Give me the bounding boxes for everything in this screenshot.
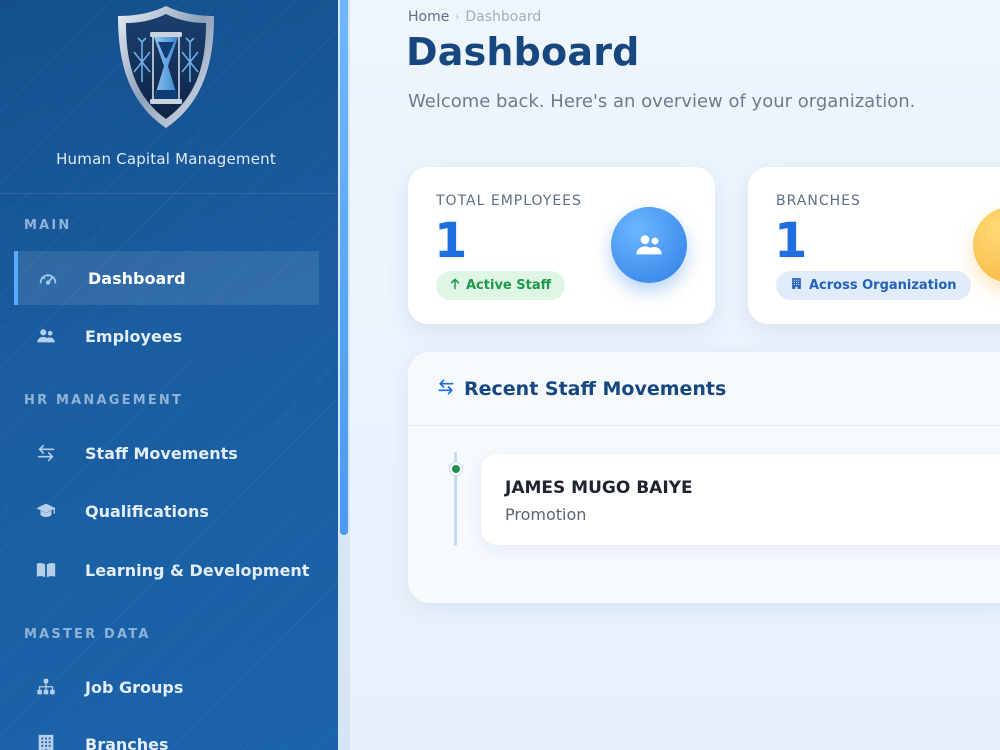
sitemap-icon [34,675,58,699]
badge-label: Across Organization [809,278,957,293]
stat-label: BRANCHES [776,193,861,209]
page-title: Dashboard [406,30,640,74]
sidebar-item-label: Employees [85,326,183,346]
sidebar: Human Capital Management MAIN Dashboard … [0,0,338,750]
sidebar-item-job-groups[interactable]: Job Groups [14,660,319,714]
users-icon [611,207,687,283]
swap-arrows-icon [34,441,58,465]
sidebar-item-employees[interactable]: Employees [14,309,319,363]
timeline-dot [450,463,462,475]
book-icon [34,558,58,582]
main-content: Home › Dashboard Dashboard Welcome back.… [350,0,1000,750]
breadcrumb: Home › Dashboard [408,9,541,25]
graduation-cap-icon [34,499,58,523]
sidebar-scrollbar-thumb[interactable] [340,0,348,535]
recent-staff-movements-panel: Recent Staff Movements JAMES MUGO BAIYE … [408,352,1000,603]
users-icon [34,324,58,348]
sidebar-item-qualifications[interactable]: Qualifications [14,484,319,538]
employee-name: JAMES MUGO BAIYE [505,478,693,498]
sidebar-item-staff-movements[interactable]: Staff Movements [14,426,319,480]
sidebar-item-label: Qualifications [85,501,209,521]
gauge-icon [36,266,60,290]
breadcrumb-separator-icon: › [455,11,460,23]
page-subtitle: Welcome back. Here's an overview of your… [408,91,916,112]
stat-card-branches[interactable]: BRANCHES 1 Across Organization [748,167,1000,324]
sidebar-item-dashboard[interactable]: Dashboard [14,251,319,305]
sidebar-divider [0,193,338,194]
section-title-master-data: MASTER DATA [24,627,151,642]
sidebar-item-label: Staff Movements [85,443,238,463]
organization-name: Human Capital Management [56,150,276,168]
stat-value: 1 [774,213,808,269]
status-badge: Active Staff [436,271,566,300]
section-title-main: MAIN [24,218,72,233]
building-icon [973,207,1000,283]
badge-label: Active Staff [466,278,552,293]
stat-card-total-employees[interactable]: TOTAL EMPLOYEES 1 Active Staff [408,167,715,324]
sidebar-item-learning-development[interactable]: Learning & Development [14,543,319,597]
sidebar-item-branches[interactable]: Branches [14,717,319,750]
status-badge: Across Organization [776,271,971,300]
building-icon [34,732,58,750]
stat-value: 1 [434,213,468,269]
movement-type: Promotion [505,505,587,524]
panel-title: Recent Staff Movements [464,377,727,400]
sidebar-item-label: Branches [85,734,169,750]
arrow-up-icon [450,277,460,294]
swap-arrows-icon [436,377,456,401]
stat-label: TOTAL EMPLOYEES [436,193,582,209]
shield-hourglass-logo [112,2,220,132]
breadcrumb-home-link[interactable]: Home [408,9,449,25]
section-title-hr-management: HR MANAGEMENT [24,393,184,408]
sidebar-item-label: Job Groups [85,677,184,697]
sidebar-item-label: Dashboard [88,268,186,288]
breadcrumb-current: Dashboard [465,9,542,25]
panel-header: Recent Staff Movements [408,352,1000,426]
list-item[interactable]: JAMES MUGO BAIYE Promotion [481,454,1000,545]
building-icon [790,277,803,294]
sidebar-item-label: Learning & Development [85,560,310,580]
